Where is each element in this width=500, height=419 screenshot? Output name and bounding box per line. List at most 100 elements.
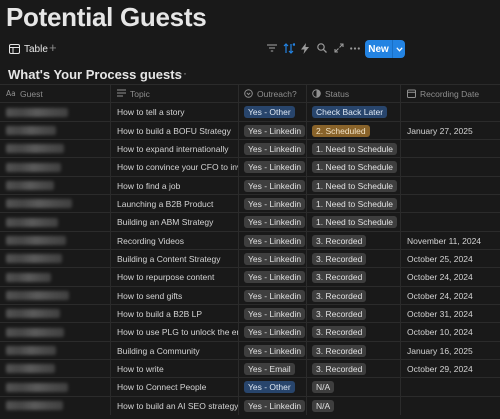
expand-icon[interactable] xyxy=(332,41,346,55)
topic-cell[interactable]: How to build a BOFU Strategy xyxy=(111,121,239,140)
chevron-down-icon[interactable] xyxy=(393,46,405,52)
guest-cell[interactable] xyxy=(0,396,111,415)
status-cell[interactable]: 3. Recorded xyxy=(307,231,401,250)
status-cell[interactable]: 3. Recorded xyxy=(307,249,401,268)
guest-cell[interactable] xyxy=(0,378,111,397)
guest-cell[interactable] xyxy=(0,176,111,195)
topic-cell[interactable]: How to use PLG to unlock the entr xyxy=(111,323,239,342)
automation-icon[interactable] xyxy=(298,41,312,55)
topic-cell[interactable]: How to expand internationally xyxy=(111,139,239,158)
guest-cell[interactable] xyxy=(0,323,111,342)
status-cell[interactable]: 3. Recorded xyxy=(307,304,401,323)
outreach-cell[interactable]: Yes - Linkedin xyxy=(239,286,307,305)
table-row[interactable]: Launching a B2B Product Yes - Linkedin 1. … xyxy=(0,193,500,213)
guest-cell[interactable] xyxy=(0,213,111,232)
status-cell[interactable]: N/A xyxy=(307,378,401,397)
table-row[interactable]: How to find a job Yes - Linkedin 1. Need t… xyxy=(0,175,500,195)
search-icon[interactable] xyxy=(315,41,329,55)
recording-date-cell[interactable] xyxy=(401,103,500,121)
outreach-cell[interactable]: Yes - Linkedin xyxy=(239,139,307,158)
status-cell[interactable]: 1. Need to Schedule xyxy=(307,176,401,195)
recording-date-cell[interactable]: October 24, 2024 xyxy=(401,287,500,305)
recording-date-cell[interactable]: October 25, 2024 xyxy=(401,250,500,268)
guest-cell[interactable] xyxy=(0,139,111,158)
recording-date-cell[interactable] xyxy=(401,378,500,396)
sort-icon[interactable] xyxy=(282,41,296,55)
outreach-cell[interactable]: Yes - Linkedin xyxy=(239,176,307,195)
topic-cell[interactable]: Launching a B2B Product xyxy=(111,194,239,213)
recording-date-cell[interactable] xyxy=(401,177,500,195)
status-cell[interactable]: 3. Recorded xyxy=(307,341,401,360)
new-button[interactable]: New xyxy=(365,40,405,58)
status-cell[interactable]: 1. Need to Schedule xyxy=(307,213,401,232)
guest-cell[interactable] xyxy=(0,194,111,213)
outreach-cell[interactable]: Yes - Other xyxy=(239,378,307,397)
table-row[interactable]: How to build an AI SEO strategy Yes - Lin… xyxy=(0,395,500,415)
table-row[interactable]: How to repurpose content Yes - Linkedin 3.… xyxy=(0,267,500,287)
table-row[interactable]: Building a Community Yes - Linkedin 3. Rec… xyxy=(0,340,500,360)
recording-date-cell[interactable]: October 29, 2024 xyxy=(401,360,500,378)
database-more-icon[interactable]: ··· xyxy=(175,66,187,80)
status-cell[interactable]: 3. Recorded xyxy=(307,286,401,305)
column-header-outreach[interactable]: Outreach? xyxy=(239,85,307,103)
database-title[interactable]: What's Your Process guests xyxy=(8,67,182,82)
outreach-cell[interactable]: Yes - Linkedin xyxy=(239,249,307,268)
table-row[interactable]: How to Connect People Yes - Other N/A xyxy=(0,377,500,397)
topic-cell[interactable]: Recording Videos xyxy=(111,231,239,250)
table-row[interactable]: How to build a BOFU Strategy Yes - Linked… xyxy=(0,120,500,140)
table-row[interactable]: How to use PLG to unlock the entr Yes - L… xyxy=(0,322,500,342)
outreach-cell[interactable]: Yes - Linkedin xyxy=(239,341,307,360)
table-row[interactable]: Recording Videos Yes - Linkedin 3. Recorde… xyxy=(0,230,500,250)
topic-cell[interactable]: How to convince your CFO to inve xyxy=(111,158,239,177)
more-icon[interactable] xyxy=(348,41,362,55)
guest-cell[interactable] xyxy=(0,304,111,323)
guest-cell[interactable] xyxy=(0,158,111,177)
recording-date-cell[interactable]: October 10, 2024 xyxy=(401,323,500,341)
column-header-guest[interactable]: Aa Guest xyxy=(0,85,111,103)
status-cell[interactable]: 1. Need to Schedule xyxy=(307,158,401,177)
guest-cell[interactable] xyxy=(0,121,111,140)
status-cell[interactable]: 1. Need to Schedule xyxy=(307,139,401,158)
outreach-cell[interactable]: Yes - Linkedin xyxy=(239,158,307,177)
status-cell[interactable]: 3. Recorded xyxy=(307,359,401,378)
status-cell[interactable]: 2. Scheduled xyxy=(307,121,401,140)
column-header-topic[interactable]: Topic xyxy=(111,85,239,103)
outreach-cell[interactable]: Yes - Linkedin xyxy=(239,121,307,140)
topic-cell[interactable]: Building a Content Strategy xyxy=(111,249,239,268)
table-row[interactable]: How to write Yes - Email 3. Recorded Octobe… xyxy=(0,358,500,378)
guest-cell[interactable] xyxy=(0,341,111,360)
tab-table[interactable]: Table xyxy=(9,41,48,57)
table-row[interactable]: How to send gifts Yes - Linkedin 3. Record… xyxy=(0,285,500,305)
outreach-cell[interactable]: Yes - Linkedin xyxy=(239,396,307,415)
guest-cell[interactable] xyxy=(0,268,111,287)
table-row[interactable]: How to build a B2B LP Yes - Linkedin 3. Re… xyxy=(0,303,500,323)
table-row[interactable]: How to convince your CFO to inve Yes - Li… xyxy=(0,157,500,177)
topic-cell[interactable]: How to tell a story xyxy=(111,103,239,122)
recording-date-cell[interactable] xyxy=(401,213,500,231)
guest-cell[interactable] xyxy=(0,286,111,305)
status-cell[interactable]: N/A xyxy=(307,396,401,415)
recording-date-cell[interactable]: January 16, 2025 xyxy=(401,342,500,360)
recording-date-cell[interactable] xyxy=(401,158,500,176)
table-row[interactable]: Building an ABM Strategy Yes - Linkedin 1.… xyxy=(0,212,500,232)
status-cell[interactable]: 1. Need to Schedule xyxy=(307,194,401,213)
topic-cell[interactable]: How to write xyxy=(111,359,239,378)
recording-date-cell[interactable]: November 11, 2024 xyxy=(401,232,500,250)
guest-cell[interactable] xyxy=(0,231,111,250)
recording-date-cell[interactable] xyxy=(401,397,500,415)
status-cell[interactable]: 3. Recorded xyxy=(307,323,401,342)
column-header-status[interactable]: Status xyxy=(307,85,401,103)
recording-date-cell[interactable] xyxy=(401,140,500,158)
table-row[interactable]: How to tell a story Yes - Other Check Back… xyxy=(0,102,500,122)
filter-icon[interactable] xyxy=(265,41,279,55)
topic-cell[interactable]: Building a Community xyxy=(111,341,239,360)
table-row[interactable]: Building a Content Strategy Yes - Linkedi… xyxy=(0,248,500,268)
recording-date-cell[interactable] xyxy=(401,195,500,213)
topic-cell[interactable]: Building an ABM Strategy xyxy=(111,213,239,232)
status-cell[interactable]: 3. Recorded xyxy=(307,268,401,287)
status-cell[interactable]: Check Back Later xyxy=(307,103,401,122)
outreach-cell[interactable]: Yes - Other xyxy=(239,103,307,122)
topic-cell[interactable]: How to build an AI SEO strategy xyxy=(111,396,239,415)
recording-date-cell[interactable]: January 27, 2025 xyxy=(401,122,500,140)
table-row[interactable]: How to expand internationally Yes - Linke… xyxy=(0,138,500,158)
